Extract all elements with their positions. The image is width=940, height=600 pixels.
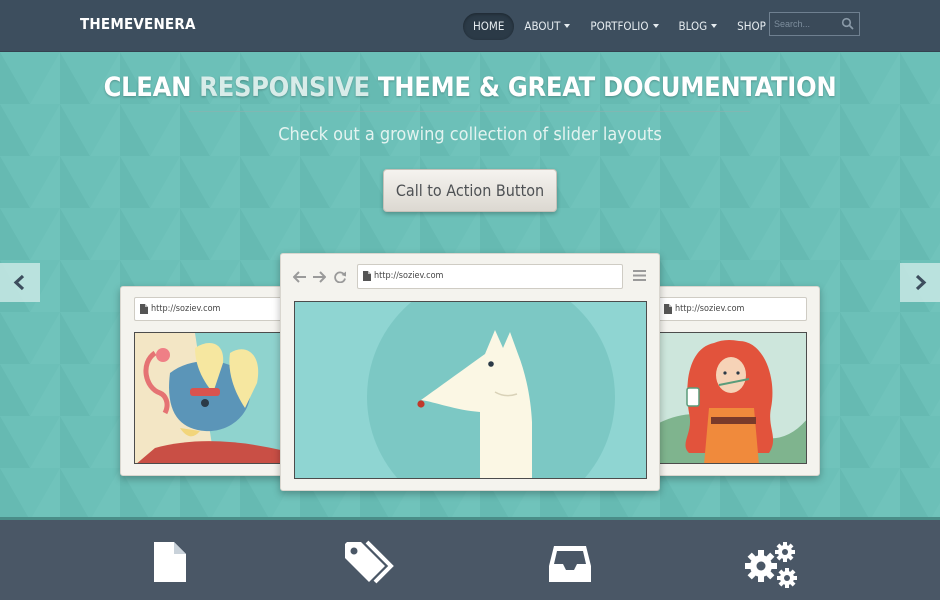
url-text: http://soziev.com bbox=[151, 304, 221, 314]
hero-headline: CLEAN RESPONSIVE THEME & GREAT DOCUMENTA… bbox=[0, 72, 940, 103]
features-bar bbox=[0, 517, 940, 600]
search-box bbox=[769, 12, 860, 36]
nav-item-about[interactable]: ABOUT bbox=[514, 13, 580, 40]
brand-logo[interactable]: THEMEVENERA bbox=[80, 15, 196, 33]
caret-down-icon bbox=[711, 24, 718, 28]
tags-icon[interactable] bbox=[343, 540, 397, 584]
red-haired-girl-illustration bbox=[658, 332, 807, 464]
page-icon bbox=[664, 304, 672, 314]
headline-divider bbox=[189, 111, 750, 112]
slider-prev-button[interactable] bbox=[0, 263, 40, 302]
page-icon bbox=[140, 304, 148, 314]
flamingo-elephant-illustration bbox=[134, 332, 284, 464]
nav-item-home[interactable]: HOME bbox=[463, 13, 515, 40]
headline-text: THEME & GREAT DOCUMENTATION bbox=[369, 72, 837, 103]
caret-down-icon bbox=[564, 24, 571, 28]
url-text: http://soziev.com bbox=[675, 304, 745, 314]
headline-accent: RESPONSIVE bbox=[199, 72, 370, 103]
page-icon bbox=[363, 271, 371, 281]
slide-browser-left[interactable]: http://soziev.com bbox=[120, 286, 295, 476]
illustration-art bbox=[295, 302, 646, 478]
gears-icon[interactable] bbox=[743, 540, 799, 590]
navbar: THEMEVENERA HOME ABOUT PORTFOLIO BLOG SH… bbox=[0, 0, 940, 52]
nav-item-blog[interactable]: BLOG bbox=[669, 13, 728, 40]
menu-icon[interactable] bbox=[633, 270, 646, 281]
back-arrow-icon[interactable] bbox=[293, 271, 307, 283]
search-input[interactable] bbox=[774, 16, 842, 32]
illustration-art bbox=[135, 333, 283, 463]
inbox-icon[interactable] bbox=[548, 544, 592, 584]
white-dog-illustration bbox=[294, 301, 647, 479]
nav-item-label: SHOP bbox=[737, 19, 766, 33]
url-bar[interactable]: http://soziev.com bbox=[357, 264, 623, 289]
slide-browser-center[interactable]: http://soziev.com bbox=[280, 253, 660, 491]
refresh-icon[interactable] bbox=[334, 271, 347, 283]
nav-item-label: BLOG bbox=[678, 19, 708, 33]
hero-subtitle: Check out a growing collection of slider… bbox=[278, 124, 662, 145]
document-icon[interactable] bbox=[152, 540, 188, 584]
nav-item-label: HOME bbox=[473, 19, 505, 33]
nav-item-portfolio[interactable]: PORTFOLIO bbox=[580, 13, 668, 40]
chevron-right-icon bbox=[915, 274, 927, 291]
slider-next-button[interactable] bbox=[900, 263, 940, 302]
search-icon[interactable] bbox=[841, 17, 854, 30]
main-nav: HOME ABOUT PORTFOLIO BLOG SHOP bbox=[463, 13, 786, 40]
call-to-action-button[interactable]: Call to Action Button bbox=[383, 169, 557, 212]
hero-slider: CLEAN RESPONSIVE THEME & GREAT DOCUMENTA… bbox=[0, 52, 940, 517]
illustration-art bbox=[659, 333, 806, 463]
url-bar: http://soziev.com bbox=[658, 297, 807, 321]
chevron-left-icon bbox=[13, 274, 25, 291]
url-text: http://soziev.com bbox=[374, 271, 444, 281]
forward-arrow-icon[interactable] bbox=[312, 271, 326, 283]
headline-text: CLEAN bbox=[103, 72, 200, 103]
slide-browser-right[interactable]: http://soziev.com bbox=[645, 286, 820, 476]
nav-item-label: PORTFOLIO bbox=[590, 19, 649, 33]
nav-item-label: ABOUT bbox=[524, 19, 561, 33]
url-bar: http://soziev.com bbox=[134, 297, 284, 321]
caret-down-icon bbox=[652, 24, 659, 28]
